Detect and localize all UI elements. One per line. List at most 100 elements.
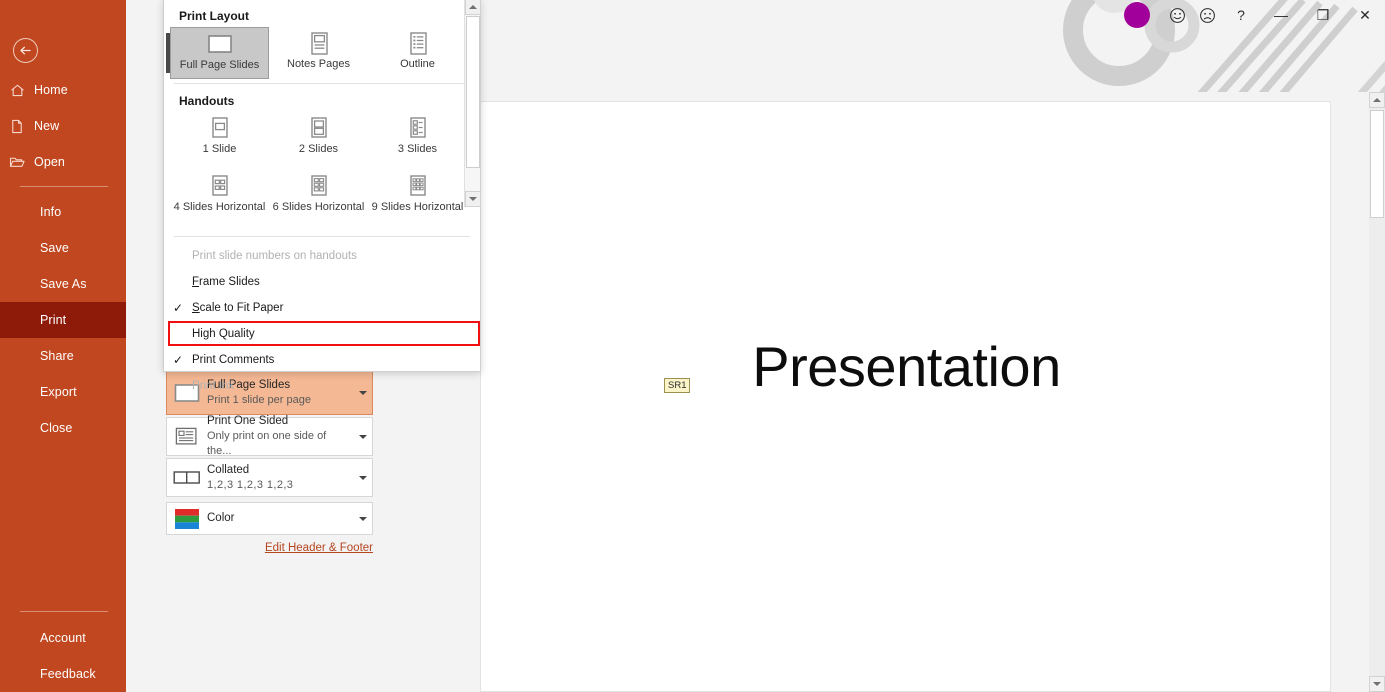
sidebar-item-label: Feedback [40,667,96,681]
scrollbar-thumb[interactable] [1370,110,1384,218]
sidebar-item-print[interactable]: Print [0,302,126,338]
outline-icon [406,30,430,58]
scroll-down-arrow[interactable] [465,191,481,207]
new-document-icon [0,119,34,134]
option-print-comments[interactable]: ✓ Print Comments [164,347,480,373]
collated-icon [167,470,207,485]
setting-card-title: Collated [207,463,250,476]
comment-marker[interactable]: SR1 [664,378,691,393]
tile-label: 9 Slides Horizontal [371,201,464,213]
tile-handout-4-slides-horizontal[interactable]: 4 Slides Horizontal [170,170,269,228]
print-backstage-screen: Home New Open Info Save Save As Print Sh… [0,0,1385,692]
sidebar-item-account[interactable]: Account [0,620,126,656]
close-label: ✕ [1359,7,1371,23]
sidebar-item-label: Save [40,241,69,255]
tile-notes-pages[interactable]: Notes Pages [269,27,368,79]
user-avatar[interactable] [1124,2,1150,28]
color-icon [167,508,207,530]
sidebar-item-new[interactable]: New [0,111,126,141]
sidebar-item-export[interactable]: Export [0,374,126,410]
dropdown-section-title-handouts: Handouts [179,94,235,108]
sidebar-item-save-as[interactable]: Save As [0,266,126,302]
open-folder-icon [0,155,34,169]
tile-handout-3-slides[interactable]: 3 Slides [368,112,467,170]
dropdown-options-list: Print slide numbers on handouts Frame Sl… [164,237,480,399]
home-icon [0,83,34,98]
scrollbar-thumb[interactable] [466,16,480,168]
tile-label: 3 Slides [397,143,438,155]
dropdown-scrollbar[interactable] [464,0,481,207]
slide-title-text: Presentation [752,335,1061,398]
sidebar-item-home[interactable]: Home [0,75,126,105]
option-print-slide-numbers[interactable]: Print slide numbers on handouts [164,243,480,269]
setting-card-collation[interactable]: Collated 1,2,3 1,2,3 1,2,3 [166,458,373,497]
scroll-up-arrow[interactable] [465,0,481,15]
preview-scrollbar[interactable] [1369,92,1385,692]
backstage-sidebar: Home New Open Info Save Save As Print Sh… [0,0,126,692]
scroll-down-arrow[interactable] [1369,676,1385,692]
option-frame-slides[interactable]: Frame Slides [164,269,480,295]
chevron-down-icon[interactable] [354,516,372,521]
tile-full-page-slides[interactable]: Full Page Slides [166,27,269,79]
sidebar-item-info[interactable]: Info [0,194,126,230]
setting-card-title: Print One Sided [207,415,289,427]
slide-preview-page: Presentation SR1 [480,101,1331,692]
tile-outline[interactable]: Outline [368,27,467,79]
sidebar-item-label: New [34,119,60,133]
setting-card-subtitle: Only print on one side of the... [207,430,327,457]
sidebar-item-close[interactable]: Close [0,410,126,446]
option-high-quality[interactable]: High Quality [164,321,480,347]
handout-tile-row-1: 1 Slide 2 Slides 3 Slides [164,112,480,170]
setting-card-color[interactable]: Color [166,502,373,535]
help-button[interactable]: ? [1220,0,1262,30]
option-label: Print Comments [192,354,275,366]
back-arrow-circle-icon[interactable] [13,38,38,63]
sidebar-item-label: Account [40,631,86,645]
tile-handout-9-slides-horizontal[interactable]: 9 Slides Horizontal [368,170,467,228]
full-page-slide-icon [205,31,235,59]
option-scale-to-fit-paper[interactable]: ✓ Scale to Fit Paper [164,295,480,321]
close-button[interactable]: ✕ [1344,0,1385,30]
sidebar-item-label: Close [40,421,73,435]
sidebar-item-open[interactable]: Open [0,147,126,177]
handout-1-slide-icon [209,115,231,143]
tile-handout-1-slide[interactable]: 1 Slide [170,112,269,170]
sidebar-item-label: Open [34,155,65,169]
tile-label: Notes Pages [287,58,350,70]
tile-handout-6-slides-horizontal[interactable]: 6 Slides Horizontal [269,170,368,228]
handout-tile-row-2: 4 Slides Horizontal 6 Slides Horizontal … [164,170,480,228]
sidebar-item-label: Share [40,349,74,363]
sidebar-item-share[interactable]: Share [0,338,126,374]
sidebar-item-feedback[interactable]: Feedback [0,656,126,692]
edit-header-footer-link[interactable]: Edit Header & Footer [166,542,373,554]
option-label: High Quality [192,328,255,340]
setting-card-print-sides[interactable]: Print One Sided Only print on one side o… [166,415,373,457]
sidebar-divider-top [20,186,108,187]
print-layout-tile-row: Full Page Slides Notes Pages Outline [164,27,480,79]
handout-3-slides-icon [407,115,429,143]
option-print-ink[interactable]: Print Ink [164,373,480,399]
setting-card-title: Color [207,512,235,524]
chevron-down-icon[interactable] [354,475,372,480]
tile-label: 1 Slide [202,143,237,155]
restore-button[interactable]: ❐ [1302,0,1344,30]
print-layout-dropdown: Print Layout Full Page Slides Notes Page… [163,0,481,392]
minimize-label: — [1274,7,1288,23]
tile-label: 2 Slides [298,143,339,155]
sidebar-item-save[interactable]: Save [0,230,126,266]
tile-label: Outline [400,58,435,70]
sidebar-item-label: Export [40,385,77,399]
tile-label: 4 Slides Horizontal [173,201,266,213]
minimize-button[interactable]: — [1260,0,1302,30]
tile-handout-2-slides[interactable]: 2 Slides [269,112,368,170]
sidebar-divider-bottom [20,611,108,612]
chevron-down-icon[interactable] [354,434,372,439]
setting-card-subtitle: 1,2,3 1,2,3 1,2,3 [207,478,294,491]
handout-4-slides-horizontal-icon [209,173,231,201]
help-label: ? [1237,7,1245,23]
option-label: Print slide numbers on handouts [192,250,357,262]
tile-label: 6 Slides Horizontal [272,201,365,213]
scroll-up-arrow[interactable] [1369,92,1385,108]
sidebar-item-label: Home [34,83,68,97]
option-label: Frame Slides [192,276,260,288]
